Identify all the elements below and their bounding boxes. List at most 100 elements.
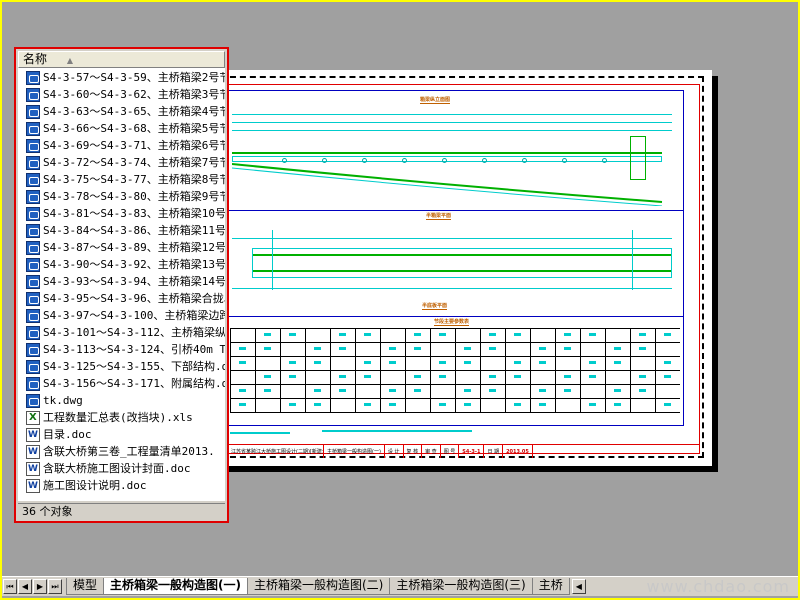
file-list-item[interactable]: S4-3-156～S4-3-171、附属结构.dw <box>18 375 225 392</box>
prev-tab-button[interactable]: ◀ <box>18 579 32 594</box>
table-cell-mark <box>389 403 396 406</box>
plan-line <box>232 238 672 239</box>
file-name: S4-3-78～S4-3-80、主桥箱梁9号节 <box>43 190 225 203</box>
cad-workspace[interactable]: 箱梁纵立面图 半箱梁平面 半底板平面 节段主要参数表 江苏省某跨江大桥施工图设计… <box>2 2 798 598</box>
file-name: S4-3-97～S4-3-100、主桥箱梁边跨 <box>43 309 225 322</box>
last-tab-button[interactable]: ⏭ <box>48 579 62 594</box>
tab-scroll-left-button[interactable]: ◀ <box>571 579 586 594</box>
table-column-line <box>430 328 431 412</box>
object-count-status: 36 个对象 <box>18 503 225 519</box>
file-list-item[interactable]: 含联大桥施工图设计封面.doc <box>18 460 225 477</box>
tab-layout-1[interactable]: 主桥箱梁一般构造图(一) <box>103 578 248 595</box>
title-block-date-label: 日 期 <box>484 445 504 458</box>
duct-circle <box>322 158 327 163</box>
title-block-drawing-name: 主桥箱梁一般构造图(一) <box>324 445 385 458</box>
file-name: S4-3-72～S4-3-74、主桥箱梁7号节 <box>43 156 225 169</box>
table-cell-mark <box>539 361 546 364</box>
table-cell-mark <box>589 333 596 336</box>
name-column-header[interactable]: 名称 ▲ <box>18 51 225 68</box>
pier-segment <box>630 136 646 180</box>
table-cell-mark <box>639 347 646 350</box>
table-cell-mark <box>239 389 246 392</box>
file-list-item[interactable]: S4-3-101～S4-3-112、主桥箱梁纵 <box>18 324 225 341</box>
duct-circle <box>482 158 487 163</box>
table-cell-mark <box>464 403 471 406</box>
file-list-item[interactable]: S4-3-60～S4-3-62、主桥箱梁3号节 <box>18 86 225 103</box>
title-block: 江苏省某跨江大桥施工图设计(二期)[新建大桥主桥] 主桥箱梁一般构造图(一) 设… <box>228 444 700 458</box>
table-cell-mark <box>614 403 621 406</box>
file-list-item[interactable]: S4-3-113～S4-3-124、引桥40m T梁 <box>18 341 225 358</box>
table-cell-mark <box>314 361 321 364</box>
file-list-item[interactable]: S4-3-69～S4-3-71、主桥箱梁6号节 <box>18 137 225 154</box>
file-list-item[interactable]: S4-3-90～S4-3-92、主桥箱梁13号节 <box>18 256 225 273</box>
table-cell-mark <box>364 333 371 336</box>
tab-layout-2[interactable]: 主桥箱梁一般构造图(二) <box>247 578 391 595</box>
elevation-dim-line <box>232 114 672 115</box>
file-list-item[interactable]: 目录.doc <box>18 426 225 443</box>
file-list-item[interactable]: 含联大桥第三卷_工程量清单2013. <box>18 443 225 460</box>
table-cell-mark <box>414 347 421 350</box>
file-list-item[interactable]: S4-3-72～S4-3-74、主桥箱梁7号节 <box>18 154 225 171</box>
table-cell-mark <box>489 389 496 392</box>
table-cell-mark <box>414 389 421 392</box>
duct-circle <box>522 158 527 163</box>
file-list-item[interactable]: S4-3-95～S4-3-96、主桥箱梁合拢段 <box>18 290 225 307</box>
table-cell-mark <box>589 375 596 378</box>
viewport-divider <box>228 316 684 317</box>
table-cell-mark <box>614 389 621 392</box>
file-list-item[interactable]: S4-3-66～S4-3-68、主桥箱梁5号节 <box>18 120 225 137</box>
table-column-line <box>255 328 256 412</box>
dwg-icon <box>26 257 40 272</box>
table-cell-mark <box>539 389 546 392</box>
table-column-line <box>605 328 606 412</box>
file-list-item[interactable]: S4-3-63～S4-3-65、主桥箱梁4号节 <box>18 103 225 120</box>
drawing-sheet[interactable]: 箱梁纵立面图 半箱梁平面 半底板平面 节段主要参数表 江苏省某跨江大桥施工图设计… <box>212 70 712 466</box>
table-column-line <box>305 328 306 412</box>
file-list-item[interactable]: S4-3-78～S4-3-80、主桥箱梁9号节 <box>18 188 225 205</box>
first-tab-button[interactable]: ⏮ <box>3 579 17 594</box>
table-cell-mark <box>514 333 521 336</box>
table-column-line <box>405 328 406 412</box>
dwg-icon <box>26 155 40 170</box>
file-list[interactable]: S4-3-57～S4-3-59、主桥箱梁2号节 S4-3-60～S4-3-62、主… <box>18 68 225 501</box>
title-block-drawing-no: S4-3-1 <box>459 445 485 458</box>
file-name: S4-3-63～S4-3-65、主桥箱梁4号节 <box>43 105 225 118</box>
table-cell-mark <box>564 333 571 336</box>
table-cell-mark <box>239 347 246 350</box>
tab-model[interactable]: 模型 <box>66 578 105 595</box>
file-list-item[interactable]: S4-3-84～S4-3-86、主桥箱梁11号节 <box>18 222 225 239</box>
table-cell-mark <box>289 361 296 364</box>
file-explorer-panel[interactable]: 名称 ▲ S4-3-57～S4-3-59、主桥箱梁2号节 S4-3-60～S4-3… <box>14 47 229 523</box>
table-column-line <box>230 328 231 412</box>
table-cell-mark <box>439 403 446 406</box>
tab-layout-3[interactable]: 主桥箱梁一般构造图(三) <box>389 578 533 595</box>
doc-icon <box>26 461 40 476</box>
duct-circle <box>442 158 447 163</box>
file-list-item[interactable]: S4-3-57～S4-3-59、主桥箱梁2号节 <box>18 69 225 86</box>
dwg-icon <box>26 376 40 391</box>
table-cell-mark <box>664 375 671 378</box>
file-list-item[interactable]: 施工图设计说明.doc <box>18 477 225 494</box>
file-list-item[interactable]: S4-3-97～S4-3-100、主桥箱梁边跨 <box>18 307 225 324</box>
file-list-item[interactable]: S4-3-81～S4-3-83、主桥箱梁10号节 <box>18 205 225 222</box>
duct-circle <box>282 158 287 163</box>
file-list-item[interactable]: S4-3-87～S4-3-89、主桥箱梁12号节 <box>18 239 225 256</box>
file-list-item[interactable]: tk.dwg <box>18 392 225 409</box>
file-list-item[interactable]: 工程数量汇总表(改挡块).xls <box>18 409 225 426</box>
dwg-icon <box>26 308 40 323</box>
table-cell-mark <box>339 333 346 336</box>
file-name: 目录.doc <box>43 428 92 441</box>
next-tab-button[interactable]: ▶ <box>33 579 47 594</box>
file-list-item[interactable]: S4-3-75～S4-3-77、主桥箱梁8号节 <box>18 171 225 188</box>
file-list-item[interactable]: S4-3-93～S4-3-94、主桥箱梁14号节 <box>18 273 225 290</box>
section-title-elevation: 箱梁纵立面图 <box>420 97 451 104</box>
tab-layout-4[interactable]: 主桥 <box>531 578 570 595</box>
table-cell-mark <box>564 347 571 350</box>
file-list-item[interactable]: S4-3-125～S4-3-155、下部结构.dw <box>18 358 225 375</box>
doc-icon <box>26 427 40 442</box>
table-cell-mark <box>439 375 446 378</box>
table-cell-mark <box>564 389 571 392</box>
table-column-line <box>530 328 531 412</box>
title-block-project: 江苏省某跨江大桥施工图设计(二期)[新建大桥主桥] <box>228 445 324 458</box>
duct-circle <box>562 158 567 163</box>
